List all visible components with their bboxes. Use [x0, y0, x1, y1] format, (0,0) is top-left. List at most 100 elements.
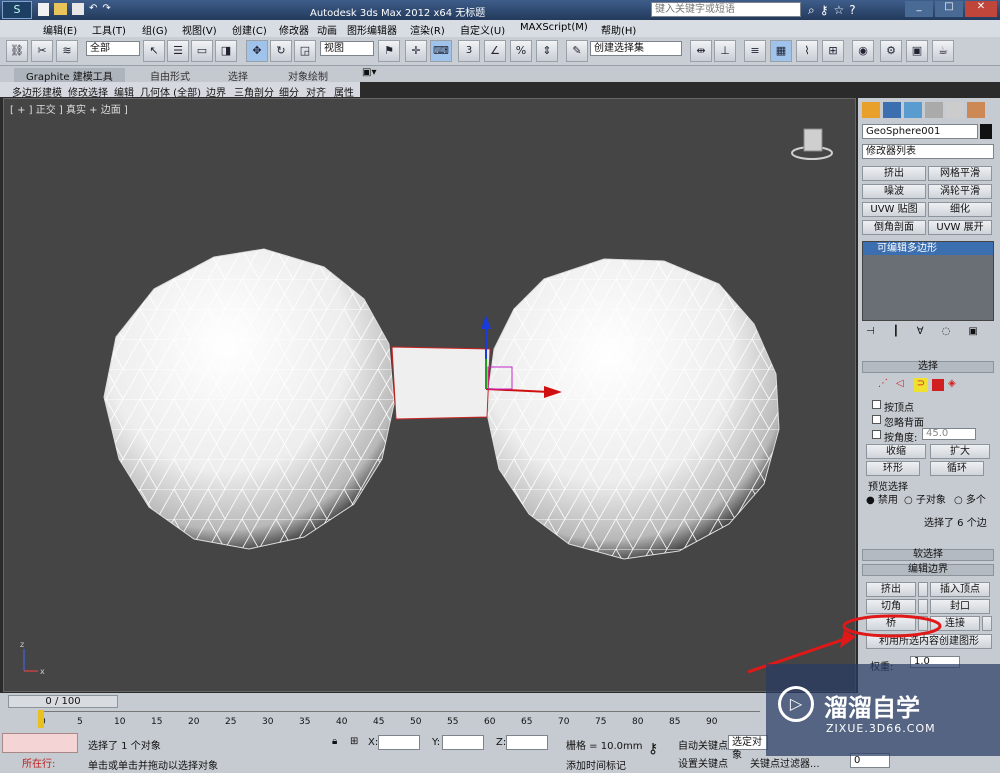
remove-modifier-icon[interactable]: ◌ — [942, 326, 951, 337]
render-icon[interactable]: ☕ — [932, 40, 954, 62]
tab-graphite[interactable]: Graphite 建模工具 — [14, 68, 125, 83]
edge-icon[interactable]: ◁ — [896, 378, 910, 392]
lock-icon[interactable]: 🔒︎ — [332, 736, 337, 747]
track-bar[interactable]: 051015202530354045505560657075808590 — [40, 711, 760, 731]
pin-stack-icon[interactable]: ⊣ — [866, 326, 875, 337]
save-icon[interactable] — [72, 3, 84, 15]
insert-vertex-button[interactable]: 插入顶点 — [930, 582, 990, 597]
undo-icon[interactable]: ↶ — [89, 3, 97, 16]
add-time-tag[interactable]: 添加时间标记 — [566, 757, 626, 772]
material-editor-icon[interactable]: ◉ — [852, 40, 874, 62]
y-coord-field[interactable] — [442, 735, 484, 750]
subtab-properties[interactable]: 属性 — [334, 84, 354, 99]
element-icon[interactable]: ◈ — [948, 378, 962, 392]
modifier-list-dropdown[interactable]: 修改器列表 — [862, 144, 994, 159]
display-tab-icon[interactable] — [946, 102, 964, 118]
angle-spinner[interactable]: 45.0 — [922, 428, 976, 440]
star-icon[interactable]: ☆ — [834, 3, 845, 18]
menu-tools[interactable]: 工具(T) — [92, 22, 126, 37]
bind-spacewarp-icon[interactable]: ≋ — [56, 40, 78, 62]
rotate-icon[interactable]: ↻ — [270, 40, 292, 62]
edit-named-sel-icon[interactable]: ✎ — [566, 40, 588, 62]
vertex-icon[interactable]: ⋰ — [878, 378, 892, 392]
motion-tab-icon[interactable] — [925, 102, 943, 118]
x-coord-field[interactable] — [378, 735, 420, 750]
select-object-icon[interactable]: ↖ — [143, 40, 165, 62]
minimize-button[interactable]: _ — [905, 1, 933, 17]
rollout-edit-borders[interactable]: 编辑边界 — [862, 564, 994, 576]
preview-subobj-radio[interactable]: ○ 子对象 — [904, 491, 946, 506]
extrude-button[interactable]: 挤出 — [866, 582, 916, 597]
menu-animation[interactable]: 动画 — [317, 22, 337, 37]
key-filters-button[interactable]: 关键点过滤器... — [750, 755, 820, 770]
object-name-field[interactable]: GeoSphere001 — [862, 124, 978, 139]
mod-btn-uvw-map[interactable]: UVW 贴图 — [862, 202, 926, 217]
search-input[interactable]: 键入关键字或短语 — [651, 2, 801, 17]
search-icon[interactable]: ⌕ — [808, 3, 815, 18]
mod-btn-meshsmooth[interactable]: 网格平滑 — [928, 166, 992, 181]
preview-disable-radio[interactable]: ● 禁用 — [866, 491, 898, 506]
configure-sets-icon[interactable]: ▣ — [968, 326, 977, 337]
time-slider[interactable]: 0 / 100 — [8, 695, 118, 708]
make-unique-icon[interactable]: ∀ — [917, 326, 924, 337]
redo-icon[interactable]: ↷ — [102, 3, 110, 16]
curve-editor-icon[interactable]: ⌇ — [796, 40, 818, 62]
bridge-settings-button[interactable] — [918, 616, 928, 631]
auto-key-button[interactable]: 自动关键点 — [678, 737, 728, 752]
border-icon[interactable]: ⊃ — [914, 378, 928, 392]
menu-group[interactable]: 组(G) — [142, 22, 168, 37]
ref-coord-dropdown[interactable]: 视图 — [320, 41, 374, 56]
close-button[interactable]: ✕ — [965, 1, 997, 17]
spinner-snap-icon[interactable]: ⇕ — [536, 40, 558, 62]
scene-geometry[interactable]: z x — [4, 99, 857, 693]
grow-button[interactable]: 扩大 — [930, 444, 990, 459]
menu-edit[interactable]: 编辑(E) — [43, 22, 77, 37]
mod-btn-extrude[interactable]: 挤出 — [862, 166, 926, 181]
subtab-modify-selection[interactable]: 修改选择 — [68, 84, 108, 99]
subtab-triangulate[interactable]: 三角剖分 — [234, 84, 274, 99]
window-crossing-icon[interactable]: ◨ — [215, 40, 237, 62]
tab-freeform[interactable]: 自由形式 — [150, 68, 190, 83]
subtab-geometry[interactable]: 几何体 (全部) — [140, 84, 201, 99]
subtab-subdivide[interactable]: 细分 — [279, 84, 299, 99]
new-icon[interactable] — [38, 3, 49, 16]
key-icon[interactable]: ⚷ — [820, 3, 829, 18]
menu-customize[interactable]: 自定义(U) — [460, 22, 505, 37]
chamfer-settings-button[interactable] — [918, 599, 928, 614]
by-vertex-checkbox[interactable] — [872, 400, 881, 409]
ring-button[interactable]: 环形 — [866, 461, 920, 476]
render-setup-icon[interactable]: ⚙ — [880, 40, 902, 62]
abs-mode-icon[interactable]: ⊞ — [350, 736, 358, 747]
maxscript-listener[interactable] — [2, 733, 78, 753]
rollout-soft-selection[interactable]: 软选择 — [862, 549, 994, 561]
named-selection-dropdown[interactable]: 创建选择集 — [590, 41, 682, 56]
rollout-select-header[interactable]: 选择 — [862, 361, 994, 373]
ignore-backface-checkbox[interactable] — [872, 415, 881, 424]
menu-view[interactable]: 视图(V) — [182, 22, 217, 37]
chamfer-button[interactable]: 切角 — [866, 599, 916, 614]
maximize-button[interactable]: □ — [935, 1, 963, 17]
subtab-edit[interactable]: 编辑 — [114, 84, 134, 99]
select-by-name-icon[interactable]: ☰ — [167, 40, 189, 62]
subtab-poly-modeling[interactable]: 多边形建模 — [12, 84, 62, 99]
utilities-tab-icon[interactable] — [967, 102, 985, 118]
ribbon-options-icon[interactable]: ▣▾ — [362, 67, 376, 78]
modify-tab-icon[interactable] — [883, 102, 901, 118]
open-icon[interactable] — [54, 3, 67, 15]
set-key-button[interactable]: 设置关键点 — [678, 755, 728, 770]
polygon-icon[interactable] — [932, 379, 944, 391]
viewport-front[interactable]: [ + ] 正交 ] 真实 + 边面 ] z x — [3, 98, 856, 692]
create-shape-button[interactable]: 利用所选内容创建图形 — [866, 634, 992, 649]
menu-graph-editors[interactable]: 图形编辑器 — [347, 22, 397, 37]
link-icon[interactable]: ⛓ — [6, 40, 28, 62]
app-logo[interactable]: S — [2, 1, 32, 19]
key-mode-icon[interactable]: ⚷ — [648, 741, 658, 757]
shrink-button[interactable]: 收缩 — [866, 444, 926, 459]
mod-btn-unwrap-uvw[interactable]: UVW 展开 — [928, 220, 992, 235]
unlink-icon[interactable]: ✂ — [31, 40, 53, 62]
bridge-button[interactable]: 桥 — [866, 616, 916, 631]
pivot-icon[interactable]: ⚑ — [378, 40, 400, 62]
subtab-border[interactable]: 边界 — [206, 84, 226, 99]
align-icon[interactable]: ⊥ — [714, 40, 736, 62]
tab-selection[interactable]: 选择 — [228, 68, 248, 83]
